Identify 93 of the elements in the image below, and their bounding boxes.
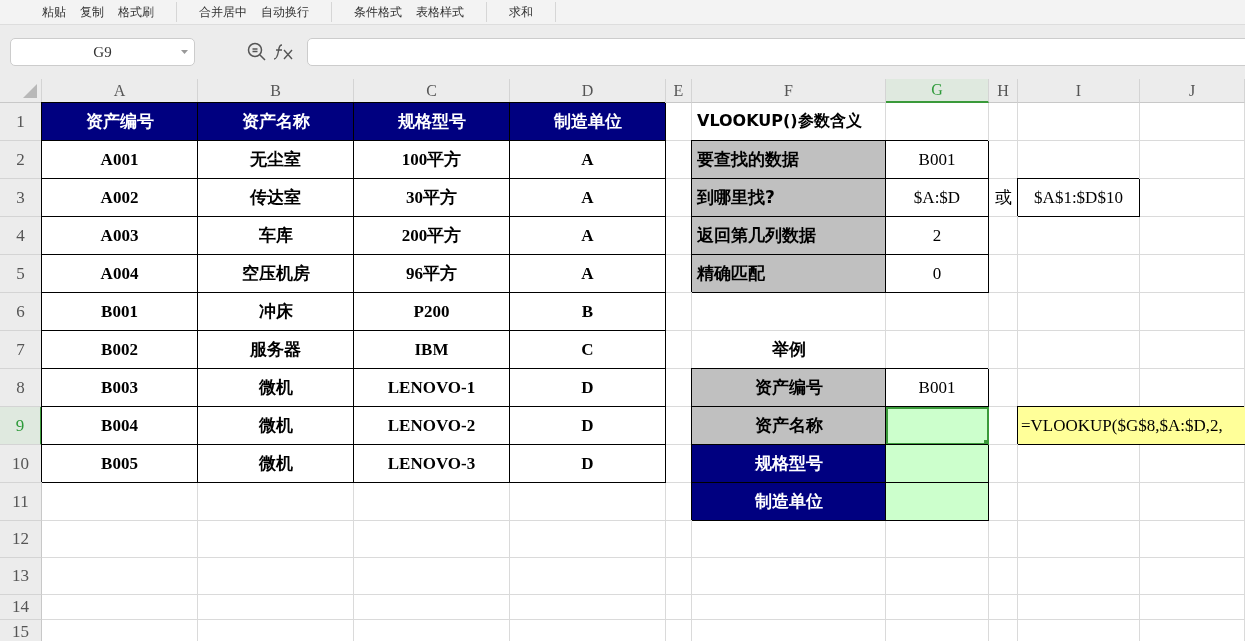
row-header[interactable]: 12: [0, 521, 42, 558]
column-header[interactable]: C: [354, 79, 510, 103]
table-cell[interactable]: 制造单位: [510, 103, 666, 141]
table-cell[interactable]: B001: [42, 293, 198, 331]
table-cell[interactable]: B002: [42, 331, 198, 369]
row-header[interactable]: 7: [0, 331, 42, 369]
table-cell[interactable]: 传达室: [198, 179, 354, 217]
table-cell[interactable]: 0: [886, 255, 989, 293]
table-cell[interactable]: 96平方: [354, 255, 510, 293]
row-header[interactable]: 1: [0, 103, 42, 141]
row-header[interactable]: 2: [0, 141, 42, 179]
table-cell[interactable]: 资产编号: [42, 103, 198, 141]
table-cell[interactable]: P200: [354, 293, 510, 331]
row-header[interactable]: 15: [0, 620, 42, 641]
table-cell[interactable]: 资产编号: [692, 369, 886, 407]
table-cell[interactable]: B001: [886, 369, 989, 407]
column-header[interactable]: I: [1018, 79, 1140, 103]
table-cell[interactable]: 规格型号: [354, 103, 510, 141]
table-cell[interactable]: $A$1:$D$10: [1018, 179, 1140, 217]
table-cell[interactable]: IBM: [354, 331, 510, 369]
table-cell[interactable]: 冲床: [198, 293, 354, 331]
table-cell[interactable]: A002: [42, 179, 198, 217]
toolbar-button[interactable]: 合并居中: [199, 3, 247, 21]
toolbar-button[interactable]: 粘贴: [42, 3, 66, 21]
row-header[interactable]: 5: [0, 255, 42, 293]
column-header[interactable]: A: [42, 79, 198, 103]
column-header[interactable]: D: [510, 79, 666, 103]
table-cell[interactable]: 2: [886, 217, 989, 255]
table-cell[interactable]: C: [510, 331, 666, 369]
toolbar-button[interactable]: 求和: [509, 3, 533, 21]
table-cell[interactable]: 或: [989, 179, 1018, 217]
table-cell[interactable]: B: [510, 293, 666, 331]
row-header[interactable]: 13: [0, 558, 42, 595]
row-header[interactable]: 4: [0, 217, 42, 255]
table-cell[interactable]: A004: [42, 255, 198, 293]
table-cell[interactable]: LENOVO-1: [354, 369, 510, 407]
table-cell[interactable]: LENOVO-3: [354, 445, 510, 483]
table-cell[interactable]: 规格型号: [692, 445, 886, 483]
table-cell[interactable]: B001: [886, 141, 989, 179]
table-cell[interactable]: D: [510, 407, 666, 445]
table-cell[interactable]: B005: [42, 445, 198, 483]
table-cell[interactable]: D: [510, 369, 666, 407]
table-cell[interactable]: D: [510, 445, 666, 483]
function-icon[interactable]: [273, 42, 295, 62]
caret-icon: [181, 50, 188, 54]
table-cell[interactable]: A: [510, 141, 666, 179]
toolbar-button[interactable]: 复制: [80, 3, 104, 21]
table-cell[interactable]: 要查找的数据: [692, 141, 886, 179]
table-cell[interactable]: 100平方: [354, 141, 510, 179]
table-cell[interactable]: 微机: [198, 445, 354, 483]
row-header[interactable]: 10: [0, 445, 42, 483]
row-header[interactable]: 14: [0, 595, 42, 620]
table-cell[interactable]: 微机: [198, 407, 354, 445]
table-cell[interactable]: LENOVO-2: [354, 407, 510, 445]
table-cell[interactable]: A003: [42, 217, 198, 255]
column-header[interactable]: H: [989, 79, 1018, 103]
table-cell[interactable]: B004: [42, 407, 198, 445]
column-header[interactable]: F: [692, 79, 886, 103]
table-cell[interactable]: 服务器: [198, 331, 354, 369]
table-cell[interactable]: 到哪里找?: [692, 179, 886, 217]
table-cell[interactable]: 空压机房: [198, 255, 354, 293]
table-cell[interactable]: A: [510, 255, 666, 293]
column-header[interactable]: B: [198, 79, 354, 103]
row-header[interactable]: 11: [0, 483, 42, 521]
table-cell[interactable]: 车库: [198, 217, 354, 255]
table-cell[interactable]: A: [510, 179, 666, 217]
toolbar-button[interactable]: 自动换行: [261, 3, 309, 21]
column-header[interactable]: E: [666, 79, 692, 103]
formula-note: =VLOOKUP($G$8,$A:$D,2,: [1018, 407, 1245, 445]
table-cell[interactable]: A: [510, 217, 666, 255]
select-all-icon[interactable]: [23, 84, 37, 98]
table-cell[interactable]: $A:$D: [886, 179, 989, 217]
formula-input[interactable]: [307, 38, 1245, 66]
row-header[interactable]: 6: [0, 293, 42, 331]
table-cell[interactable]: 精确匹配: [692, 255, 886, 293]
table-cell[interactable]: 30平方: [354, 179, 510, 217]
table-cell[interactable]: 200平方: [354, 217, 510, 255]
name-box[interactable]: G9: [10, 38, 195, 66]
zoom-icon[interactable]: [247, 42, 267, 62]
row-header[interactable]: 3: [0, 179, 42, 217]
table-cell[interactable]: 制造单位: [692, 483, 886, 521]
toolbar-button[interactable]: 格式刷: [118, 3, 154, 21]
column-header[interactable]: J: [1140, 79, 1245, 103]
toolbar-button[interactable]: 条件格式: [354, 3, 402, 21]
table-cell[interactable]: 资产名称: [198, 103, 354, 141]
table-cell[interactable]: B003: [42, 369, 198, 407]
table-cell[interactable]: 返回第几列数据: [692, 217, 886, 255]
row-header[interactable]: 8: [0, 369, 42, 407]
table-cell[interactable]: 资产名称: [692, 407, 886, 445]
table-cell[interactable]: A001: [42, 141, 198, 179]
table-cell[interactable]: 无尘室: [198, 141, 354, 179]
toolbar-button[interactable]: 表格样式: [416, 3, 464, 21]
table-cell[interactable]: 微机: [198, 369, 354, 407]
